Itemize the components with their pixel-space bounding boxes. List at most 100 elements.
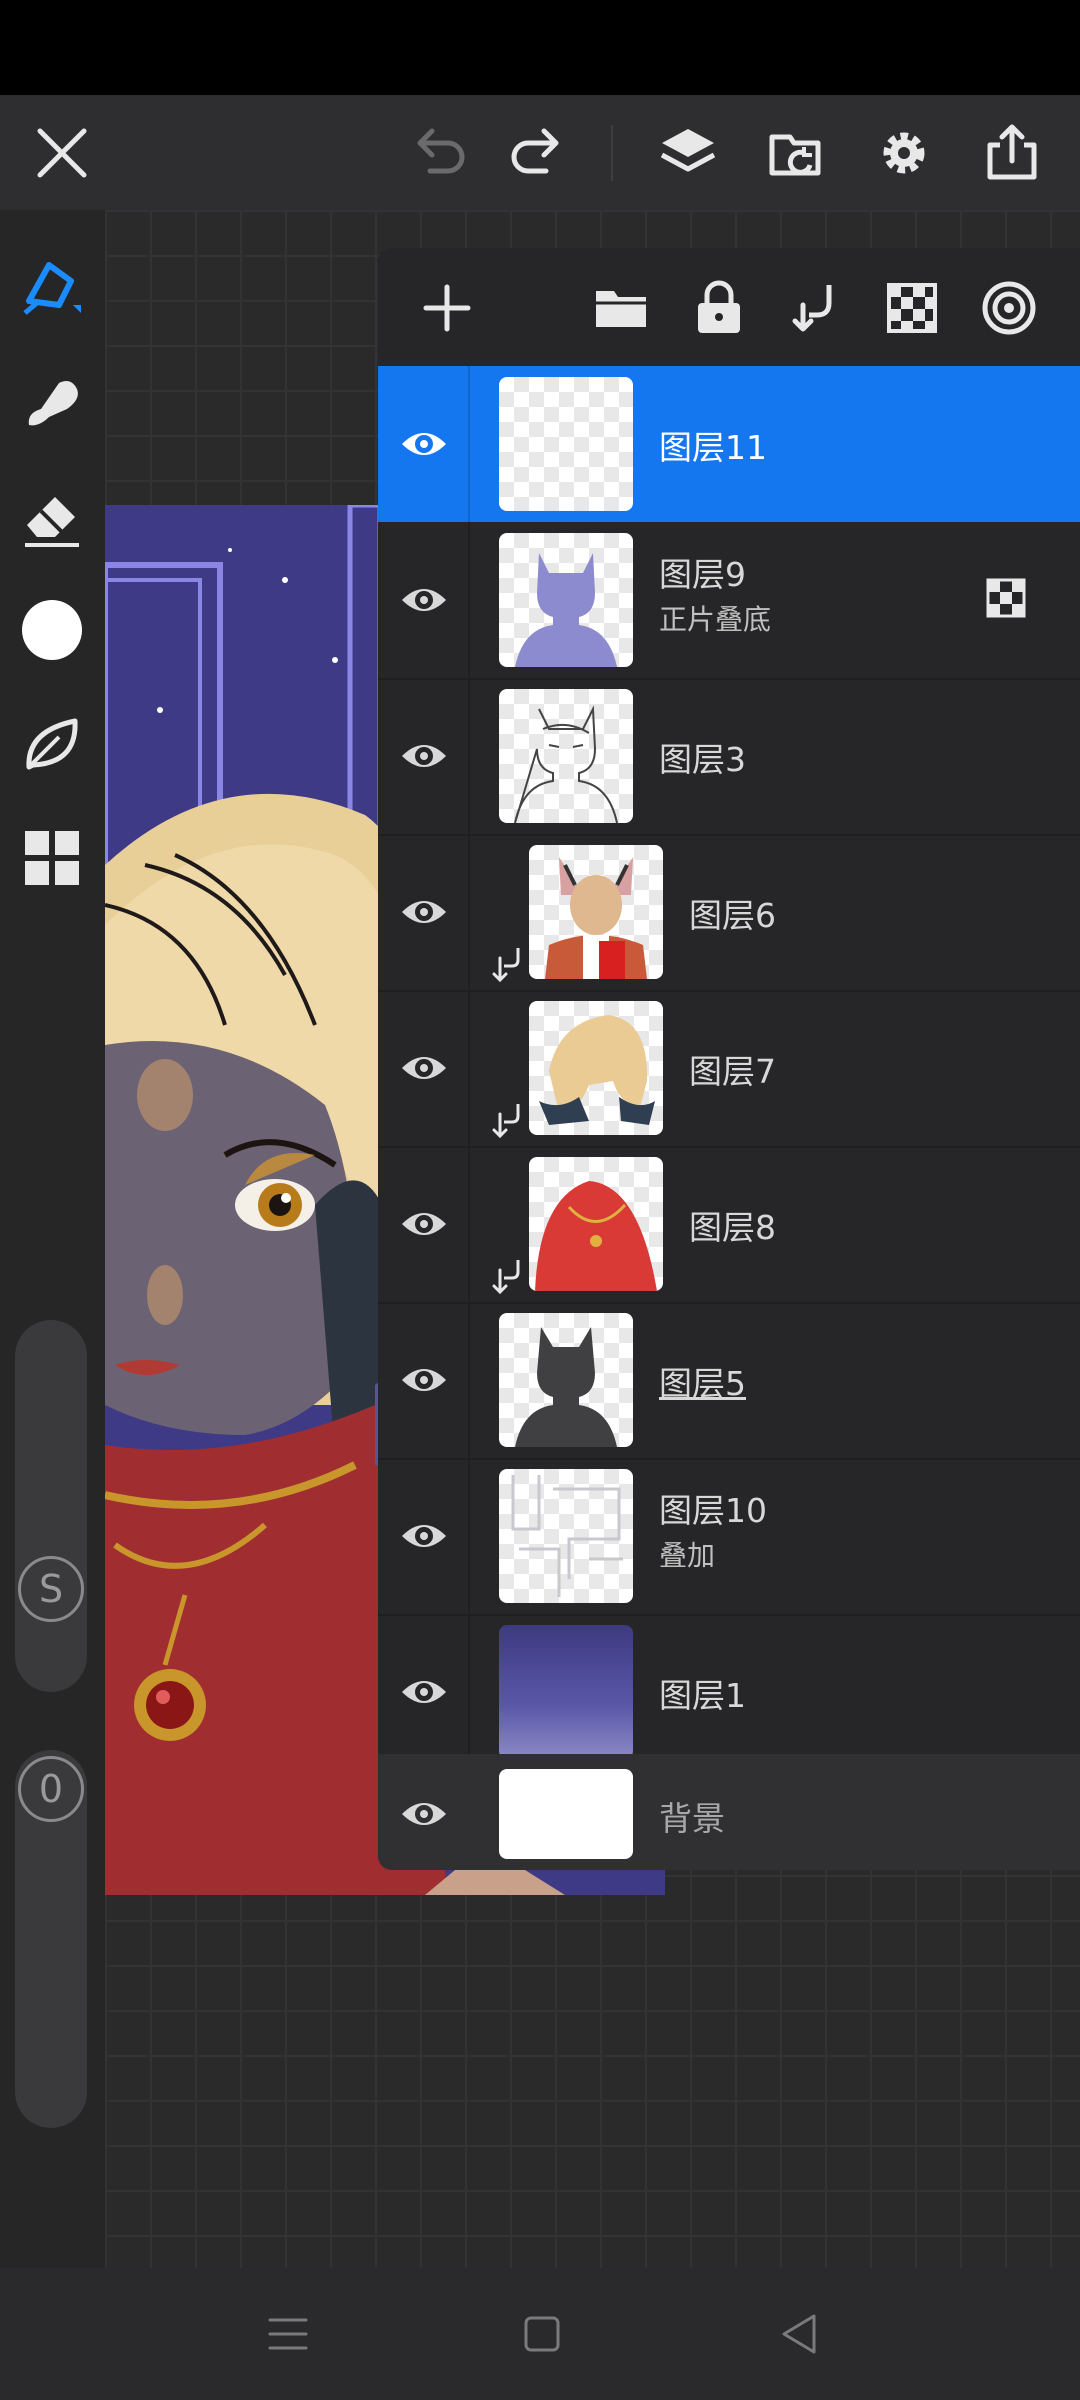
pen-tool[interactable] (12, 246, 92, 326)
size-badge: S (18, 1556, 84, 1622)
row-divider (468, 834, 470, 990)
close-icon (37, 128, 87, 178)
undo-button[interactable] (402, 115, 478, 191)
thumb-art (535, 1181, 657, 1291)
leaf-brush-icon (26, 718, 78, 770)
import-button[interactable] (758, 115, 834, 191)
layer-name: 图层5 (659, 1364, 746, 1403)
layer-row[interactable]: 图层10 叠加 (378, 1458, 1080, 1616)
opacity-badge: 0 (18, 1756, 84, 1822)
visibility-toggle[interactable] (396, 884, 452, 940)
brush-library-tool[interactable] (12, 704, 92, 784)
thumb-art (539, 1015, 655, 1125)
layer-name: 图层3 (659, 740, 746, 779)
layer-row[interactable]: 图层8 (378, 1146, 1080, 1304)
row-divider (468, 366, 470, 522)
visibility-toggle[interactable] (396, 1786, 452, 1842)
color-picker[interactable] (12, 590, 92, 670)
row-divider (468, 1614, 470, 1770)
visibility-toggle[interactable] (396, 1664, 452, 1720)
redo-icon (511, 128, 559, 174)
export-button[interactable] (974, 115, 1050, 191)
layers-icon (660, 129, 716, 172)
layer-name: 图层1 (659, 1676, 746, 1715)
layer-thumbnail (499, 1313, 633, 1447)
layers-panel: 图层11 图层9 正片叠底 图层3 图层6 图层7 图层8 图层5 图层10 叠… (378, 248, 1080, 1870)
thumb-art (511, 1475, 623, 1597)
eye-icon (402, 1213, 446, 1235)
row-divider (468, 1146, 470, 1302)
clip-button[interactable] (781, 273, 851, 343)
eraser-tool[interactable] (12, 478, 92, 558)
visibility-toggle[interactable] (396, 416, 452, 472)
layer-row-background[interactable]: 背景 (378, 1754, 1080, 1870)
reference-button[interactable] (974, 273, 1044, 343)
layer-thumbnail (499, 377, 633, 511)
eraser-icon (25, 497, 79, 547)
visibility-toggle[interactable] (396, 1040, 452, 1096)
smudge-tool[interactable] (12, 362, 92, 442)
layer-row[interactable]: 图层1 (378, 1614, 1080, 1772)
visibility-toggle[interactable] (396, 728, 452, 784)
redo-button[interactable] (498, 115, 574, 191)
add-layer-icon (423, 284, 471, 332)
row-divider (468, 678, 470, 834)
eye-icon (402, 1369, 446, 1391)
layer-name: 图层10 (659, 1491, 767, 1530)
layer-row[interactable]: 图层5 (378, 1302, 1080, 1460)
settings-icon (883, 132, 925, 174)
toolbar-divider (611, 125, 613, 181)
folder-button[interactable] (586, 273, 656, 343)
visibility-toggle[interactable] (396, 1352, 452, 1408)
layer-name: 图层9 (659, 555, 746, 594)
layer-thumbnail (529, 1001, 663, 1135)
home-icon[interactable] (516, 2308, 568, 2360)
gallery-tool[interactable] (12, 818, 92, 898)
thumb-art (515, 553, 617, 667)
eye-icon (402, 589, 446, 611)
blend-mode: 正片叠底 (659, 603, 772, 636)
layer-row[interactable]: 图层6 (378, 834, 1080, 992)
visibility-toggle[interactable] (396, 572, 452, 628)
layer-row[interactable]: 图层3 (378, 678, 1080, 836)
eye-icon (402, 1803, 446, 1825)
layer-row[interactable]: 图层9 正片叠底 (378, 522, 1080, 680)
color-icon (22, 600, 82, 660)
layer-row[interactable]: 图层7 (378, 990, 1080, 1148)
gallery-icon (25, 831, 79, 885)
eye-icon (402, 901, 446, 923)
layer-thumbnail (499, 1469, 633, 1603)
layers-panel-toolbar (378, 248, 1080, 366)
row-divider (468, 1458, 470, 1614)
transparency-button[interactable] (877, 273, 947, 343)
layer-name: 图层7 (689, 1052, 776, 1091)
reference-icon (982, 281, 1036, 335)
row-divider (468, 522, 470, 678)
transparency-icon (887, 283, 937, 333)
add-layer-button[interactable] (412, 273, 482, 343)
close-button[interactable] (24, 115, 100, 191)
thumb-art (514, 705, 618, 823)
eye-icon (402, 1681, 446, 1703)
lock-button[interactable] (684, 273, 754, 343)
visibility-toggle[interactable] (396, 1508, 452, 1564)
export-icon (987, 124, 1037, 180)
layer-name: 背景 (659, 1799, 725, 1838)
blend-mode: 叠加 (659, 1539, 716, 1572)
eye-icon (402, 433, 446, 455)
clip-indicator-icon (492, 1104, 520, 1139)
layer-row[interactable]: 图层11 (378, 366, 1080, 522)
menu-icon[interactable] (262, 2308, 314, 2360)
layer-thumbnail (499, 689, 633, 823)
layer-thumbnail (499, 1769, 633, 1859)
settings-button[interactable] (866, 115, 942, 191)
layer-name: 图层6 (689, 896, 776, 935)
layer-name: 图层8 (689, 1208, 776, 1247)
back-icon[interactable] (774, 2308, 826, 2360)
visibility-toggle[interactable] (396, 1196, 452, 1252)
alpha-lock-badge (986, 578, 1026, 618)
brush-size-slider[interactable] (15, 1320, 87, 1692)
undo-icon (417, 128, 465, 174)
thumb-art (515, 1327, 617, 1447)
layers-button[interactable] (650, 115, 726, 191)
